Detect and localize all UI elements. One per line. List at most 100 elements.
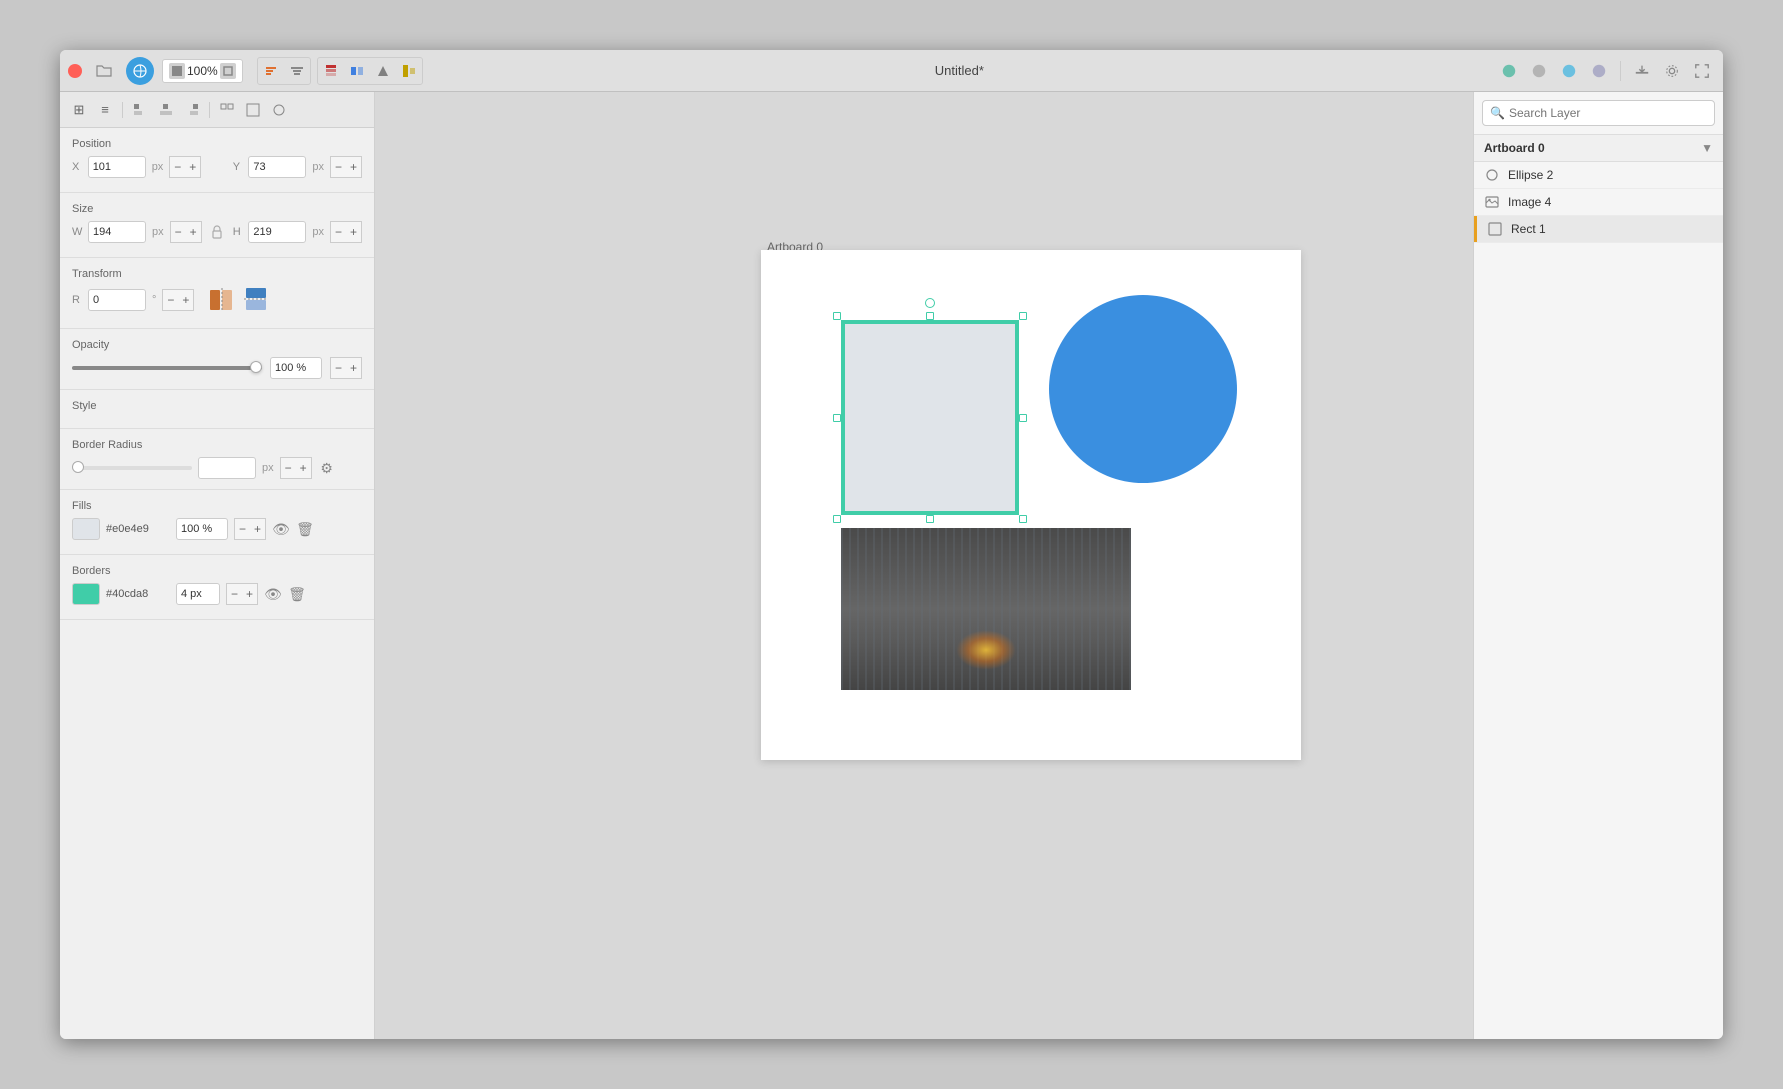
x-increment[interactable]: + (185, 156, 201, 178)
lt-grid[interactable]: ⊞ (68, 99, 90, 121)
handle-top-right[interactable] (1019, 312, 1027, 320)
border-width-input[interactable] (176, 583, 220, 605)
handle-bottom-left[interactable] (833, 515, 841, 523)
lt-align-tr[interactable] (181, 99, 203, 121)
open-file-button[interactable] (90, 57, 118, 85)
w-input[interactable] (88, 221, 146, 243)
lock-aspect-button[interactable] (208, 225, 227, 239)
fill-opacity-input[interactable] (176, 518, 228, 540)
h-input[interactable] (248, 221, 306, 243)
w-increment[interactable]: + (186, 221, 202, 243)
lt-list[interactable]: ≡ (94, 99, 116, 121)
export-button[interactable] (1629, 58, 1655, 84)
search-input[interactable] (1482, 100, 1715, 126)
br-decrement[interactable]: − (280, 457, 296, 479)
r-decrement[interactable]: − (162, 289, 178, 311)
lt-align-tc[interactable] (155, 99, 177, 121)
transform-section: Transform R ° − + (60, 258, 374, 329)
ellipse-shape[interactable] (1049, 295, 1237, 483)
border-visibility-button[interactable]: 👁 (264, 585, 282, 603)
r-increment[interactable]: + (178, 289, 194, 311)
x-label: X (72, 161, 82, 173)
opacity-stepper[interactable]: − + (330, 357, 362, 379)
border-delete-button[interactable]: 🗑 (288, 585, 306, 603)
w-decrement[interactable]: − (170, 221, 186, 243)
cloud-tool-4[interactable] (1586, 58, 1612, 84)
lt-align-tl[interactable] (129, 99, 151, 121)
handle-mid-left[interactable] (833, 414, 841, 422)
arrange-tool-3[interactable] (370, 58, 396, 84)
sync-button[interactable] (126, 57, 154, 85)
border-decrement[interactable]: − (226, 583, 242, 605)
y-decrement[interactable]: − (330, 156, 346, 178)
arrange-tool-2[interactable] (344, 58, 370, 84)
rotate-handle[interactable] (925, 298, 935, 308)
handle-bottom-mid[interactable] (926, 515, 934, 523)
h-decrement[interactable]: − (330, 221, 346, 243)
artboard[interactable] (761, 250, 1301, 760)
lt-border-1[interactable] (216, 99, 238, 121)
h-stepper[interactable]: − + (330, 221, 362, 243)
handle-bottom-right[interactable] (1019, 515, 1027, 523)
opacity-increment[interactable]: + (346, 357, 362, 379)
handle-top-left[interactable] (833, 312, 841, 320)
image-shape[interactable] (841, 528, 1131, 690)
zoom-control[interactable]: 100% (162, 59, 243, 83)
cloud-tool-3[interactable] (1556, 58, 1582, 84)
align-tool-2[interactable] (284, 58, 310, 84)
flip-h-button[interactable] (208, 286, 236, 314)
br-increment[interactable]: + (296, 457, 312, 479)
fill-opacity-increment[interactable]: + (250, 518, 266, 540)
border-color-swatch[interactable] (72, 583, 100, 605)
r-input[interactable] (88, 289, 146, 311)
zoom-fullscreen[interactable] (220, 63, 236, 79)
x-stepper[interactable]: − + (169, 156, 201, 178)
r-stepper[interactable]: − + (162, 289, 194, 311)
lt-divider-2 (209, 102, 210, 118)
y-unit: px (312, 161, 324, 173)
y-increment[interactable]: + (346, 156, 362, 178)
arrange-tool-1[interactable] (318, 58, 344, 84)
layer-item-image4[interactable]: Image 4 (1474, 189, 1723, 216)
fill-color-swatch[interactable] (72, 518, 100, 540)
border-radius-slider[interactable] (72, 466, 192, 470)
flip-v-button[interactable] (242, 286, 270, 314)
y-input[interactable] (248, 156, 306, 178)
border-radius-input[interactable] (198, 457, 256, 479)
br-stepper[interactable]: − + (280, 457, 312, 479)
fill-delete-button[interactable]: 🗑 (296, 520, 314, 538)
opacity-input[interactable] (270, 357, 322, 379)
rect-shape[interactable] (841, 320, 1019, 515)
fullscreen-button[interactable] (1689, 58, 1715, 84)
align-tool-1[interactable] (258, 58, 284, 84)
opacity-slider[interactable] (72, 366, 262, 370)
y-stepper[interactable]: − + (330, 156, 362, 178)
cloud-tool-1[interactable] (1496, 58, 1522, 84)
opacity-thumb[interactable] (250, 361, 262, 373)
artboard-collapse-button[interactable]: ▼ (1701, 141, 1713, 155)
opacity-decrement[interactable]: − (330, 357, 346, 379)
border-increment[interactable]: + (242, 583, 258, 605)
w-stepper[interactable]: − + (170, 221, 202, 243)
h-increment[interactable]: + (346, 221, 362, 243)
size-section: Size W px − + H px (60, 193, 374, 258)
handle-top-mid[interactable] (926, 312, 934, 320)
fill-visibility-button[interactable]: 👁 (272, 520, 290, 538)
fill-opacity-decrement[interactable]: − (234, 518, 250, 540)
border-stepper[interactable]: − + (226, 583, 258, 605)
border-radius-thumb[interactable] (72, 461, 84, 473)
lt-border-2[interactable] (242, 99, 264, 121)
handle-mid-right[interactable] (1019, 414, 1027, 422)
arrange-tool-4[interactable] (396, 58, 422, 84)
settings-button[interactable] (1659, 58, 1685, 84)
x-input[interactable] (88, 156, 146, 178)
x-decrement[interactable]: − (169, 156, 185, 178)
layer-item-rect1[interactable]: Rect 1 (1474, 216, 1723, 243)
close-button[interactable] (68, 64, 82, 78)
fill-opacity-stepper[interactable]: − + (234, 518, 266, 540)
border-radius-settings[interactable]: ⚙ (318, 459, 336, 477)
lt-border-3[interactable] (268, 99, 290, 121)
canvas-area[interactable]: Artboard 0 (375, 92, 1473, 1039)
cloud-tool-2[interactable] (1526, 58, 1552, 84)
layer-item-ellipse2[interactable]: Ellipse 2 (1474, 162, 1723, 189)
